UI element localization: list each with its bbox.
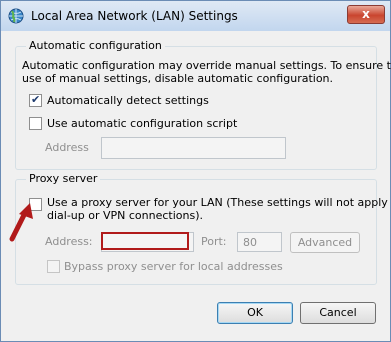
detect-settings-label[interactable]: Automatically detect settings — [47, 94, 209, 107]
red-arrow-icon — [9, 203, 33, 242]
lan-settings-dialog: Local Area Network (LAN) Settings x Auto… — [0, 0, 391, 342]
proxy-port-field[interactable]: 80 — [237, 232, 282, 252]
proxy-server-title: Proxy server — [26, 172, 101, 185]
bypass-local-label[interactable]: Bypass proxy server for local addresses — [64, 260, 283, 273]
title-bar: Local Area Network (LAN) Settings x — [1, 1, 390, 31]
proxy-address-label: Address: — [45, 235, 93, 248]
dialog-content: Automatic configuration Automatic config… — [9, 31, 391, 333]
auto-config-description-line2: use of manual settings, disable automati… — [22, 72, 334, 85]
bypass-local-checkbox[interactable] — [47, 260, 60, 273]
advanced-button[interactable]: Advanced — [290, 232, 360, 253]
network-globe-icon — [8, 8, 24, 24]
ok-button[interactable]: OK — [217, 302, 293, 324]
address-highlight-box — [101, 232, 189, 250]
use-proxy-label-line2[interactable]: dial-up or VPN connections). — [47, 209, 203, 222]
auto-config-script-label[interactable]: Use automatic configuration script — [47, 117, 237, 130]
use-proxy-label-line1[interactable]: Use a proxy server for your LAN (These s… — [47, 196, 391, 209]
close-button[interactable]: x — [347, 5, 385, 24]
script-address-label: Address — [45, 141, 89, 154]
auto-config-script-checkbox[interactable] — [29, 117, 42, 130]
script-address-field[interactable] — [101, 137, 286, 159]
detect-settings-checkbox[interactable] — [29, 93, 42, 107]
window-title: Local Area Network (LAN) Settings — [31, 9, 238, 23]
proxy-port-label: Port: — [201, 235, 227, 248]
cancel-button[interactable]: Cancel — [300, 302, 376, 324]
auto-config-title: Automatic configuration — [26, 39, 165, 52]
auto-config-description-line1: Automatic configuration may override man… — [22, 59, 391, 72]
